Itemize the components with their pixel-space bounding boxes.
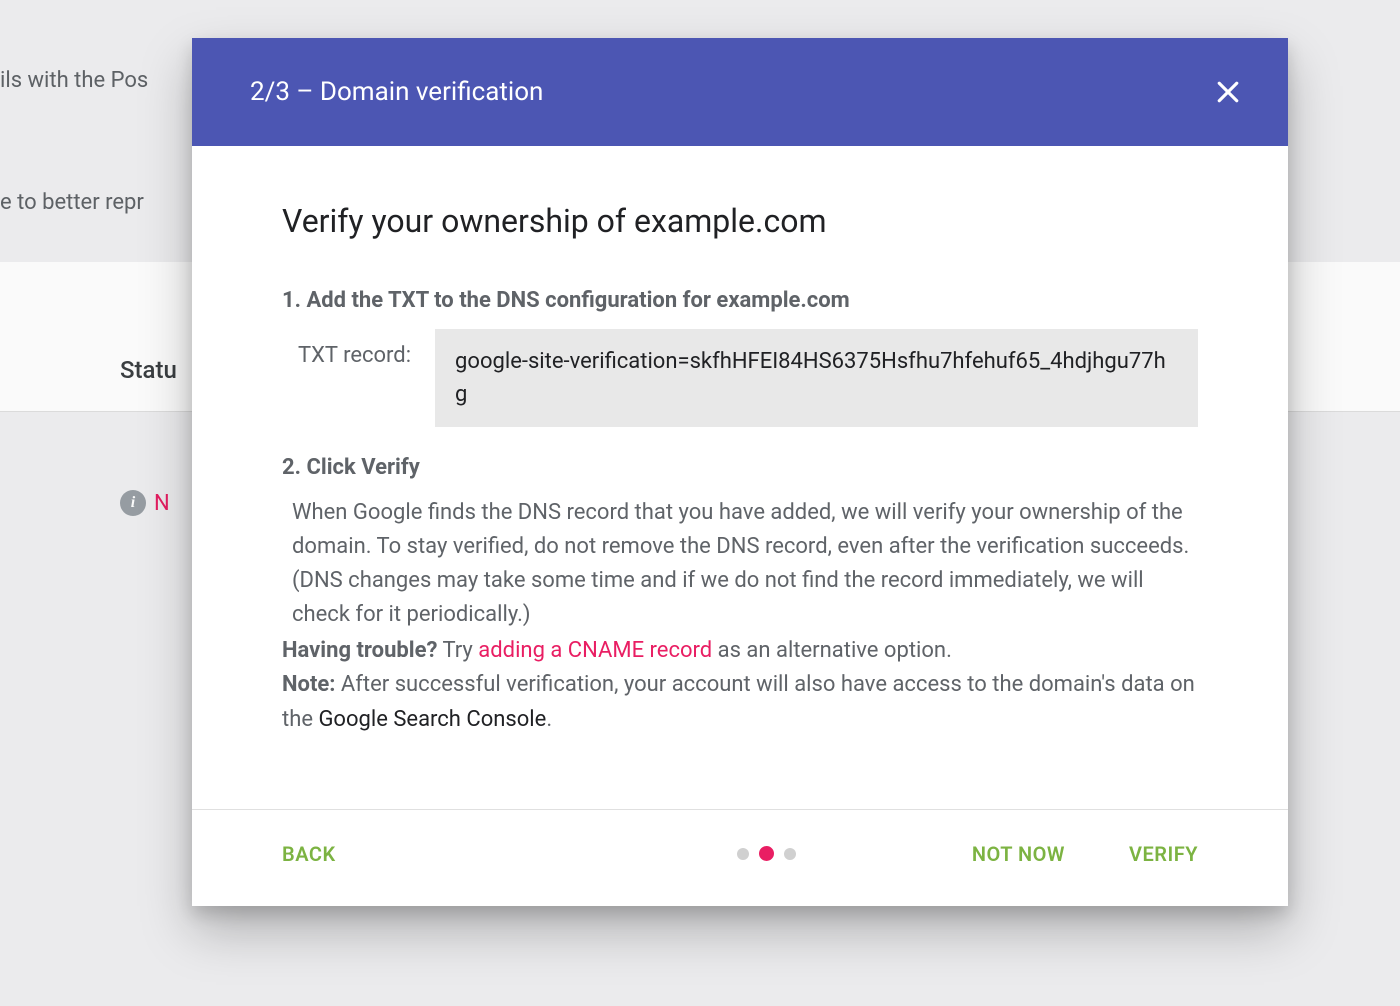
note-line: Note: After successful verification, you… (282, 668, 1198, 736)
txt-record-row: TXT record: google-site-verification=skf… (282, 329, 1198, 427)
modal-header: 2/3 – Domain verification (192, 38, 1288, 146)
back-button[interactable]: BACK (282, 834, 336, 874)
txt-record-value[interactable]: google-site-verification=skfhHFEI84HS637… (435, 329, 1198, 427)
stepper-dots (737, 846, 796, 861)
modal-body: Verify your ownership of example.com 1. … (192, 146, 1288, 769)
verify-button[interactable]: VERIFY (1129, 834, 1198, 874)
note-period: . (546, 707, 552, 732)
cname-link[interactable]: adding a CNAME record (478, 638, 712, 663)
step-dot-3[interactable] (784, 848, 796, 860)
step2-title: 2. Click Verify (282, 455, 1198, 480)
verify-heading: Verify your ownership of example.com (282, 202, 1198, 240)
trouble-line: Having trouble? Try adding a CNAME recor… (282, 634, 1198, 668)
note-label: Note: (282, 672, 335, 697)
domain-verification-modal: 2/3 – Domain verification Verify your ow… (192, 38, 1288, 906)
modal-footer: BACK NOT NOW VERIFY (192, 809, 1288, 906)
trouble-label: Having trouble? (282, 638, 437, 663)
not-now-button[interactable]: NOT NOW (972, 834, 1065, 874)
step-dot-2-active[interactable] (759, 846, 774, 861)
google-search-console-text: Google Search Console (318, 707, 546, 732)
step2-description: When Google finds the DNS record that yo… (282, 496, 1198, 632)
txt-record-label: TXT record: (298, 329, 411, 368)
trouble-suffix: as an alternative option. (712, 638, 952, 663)
modal-title: 2/3 – Domain verification (250, 77, 543, 107)
close-button[interactable] (1206, 70, 1250, 114)
step-dot-1[interactable] (737, 848, 749, 860)
step1-title: 1. Add the TXT to the DNS configuration … (282, 288, 1198, 313)
trouble-try: Try (437, 638, 478, 663)
close-icon (1213, 77, 1243, 107)
